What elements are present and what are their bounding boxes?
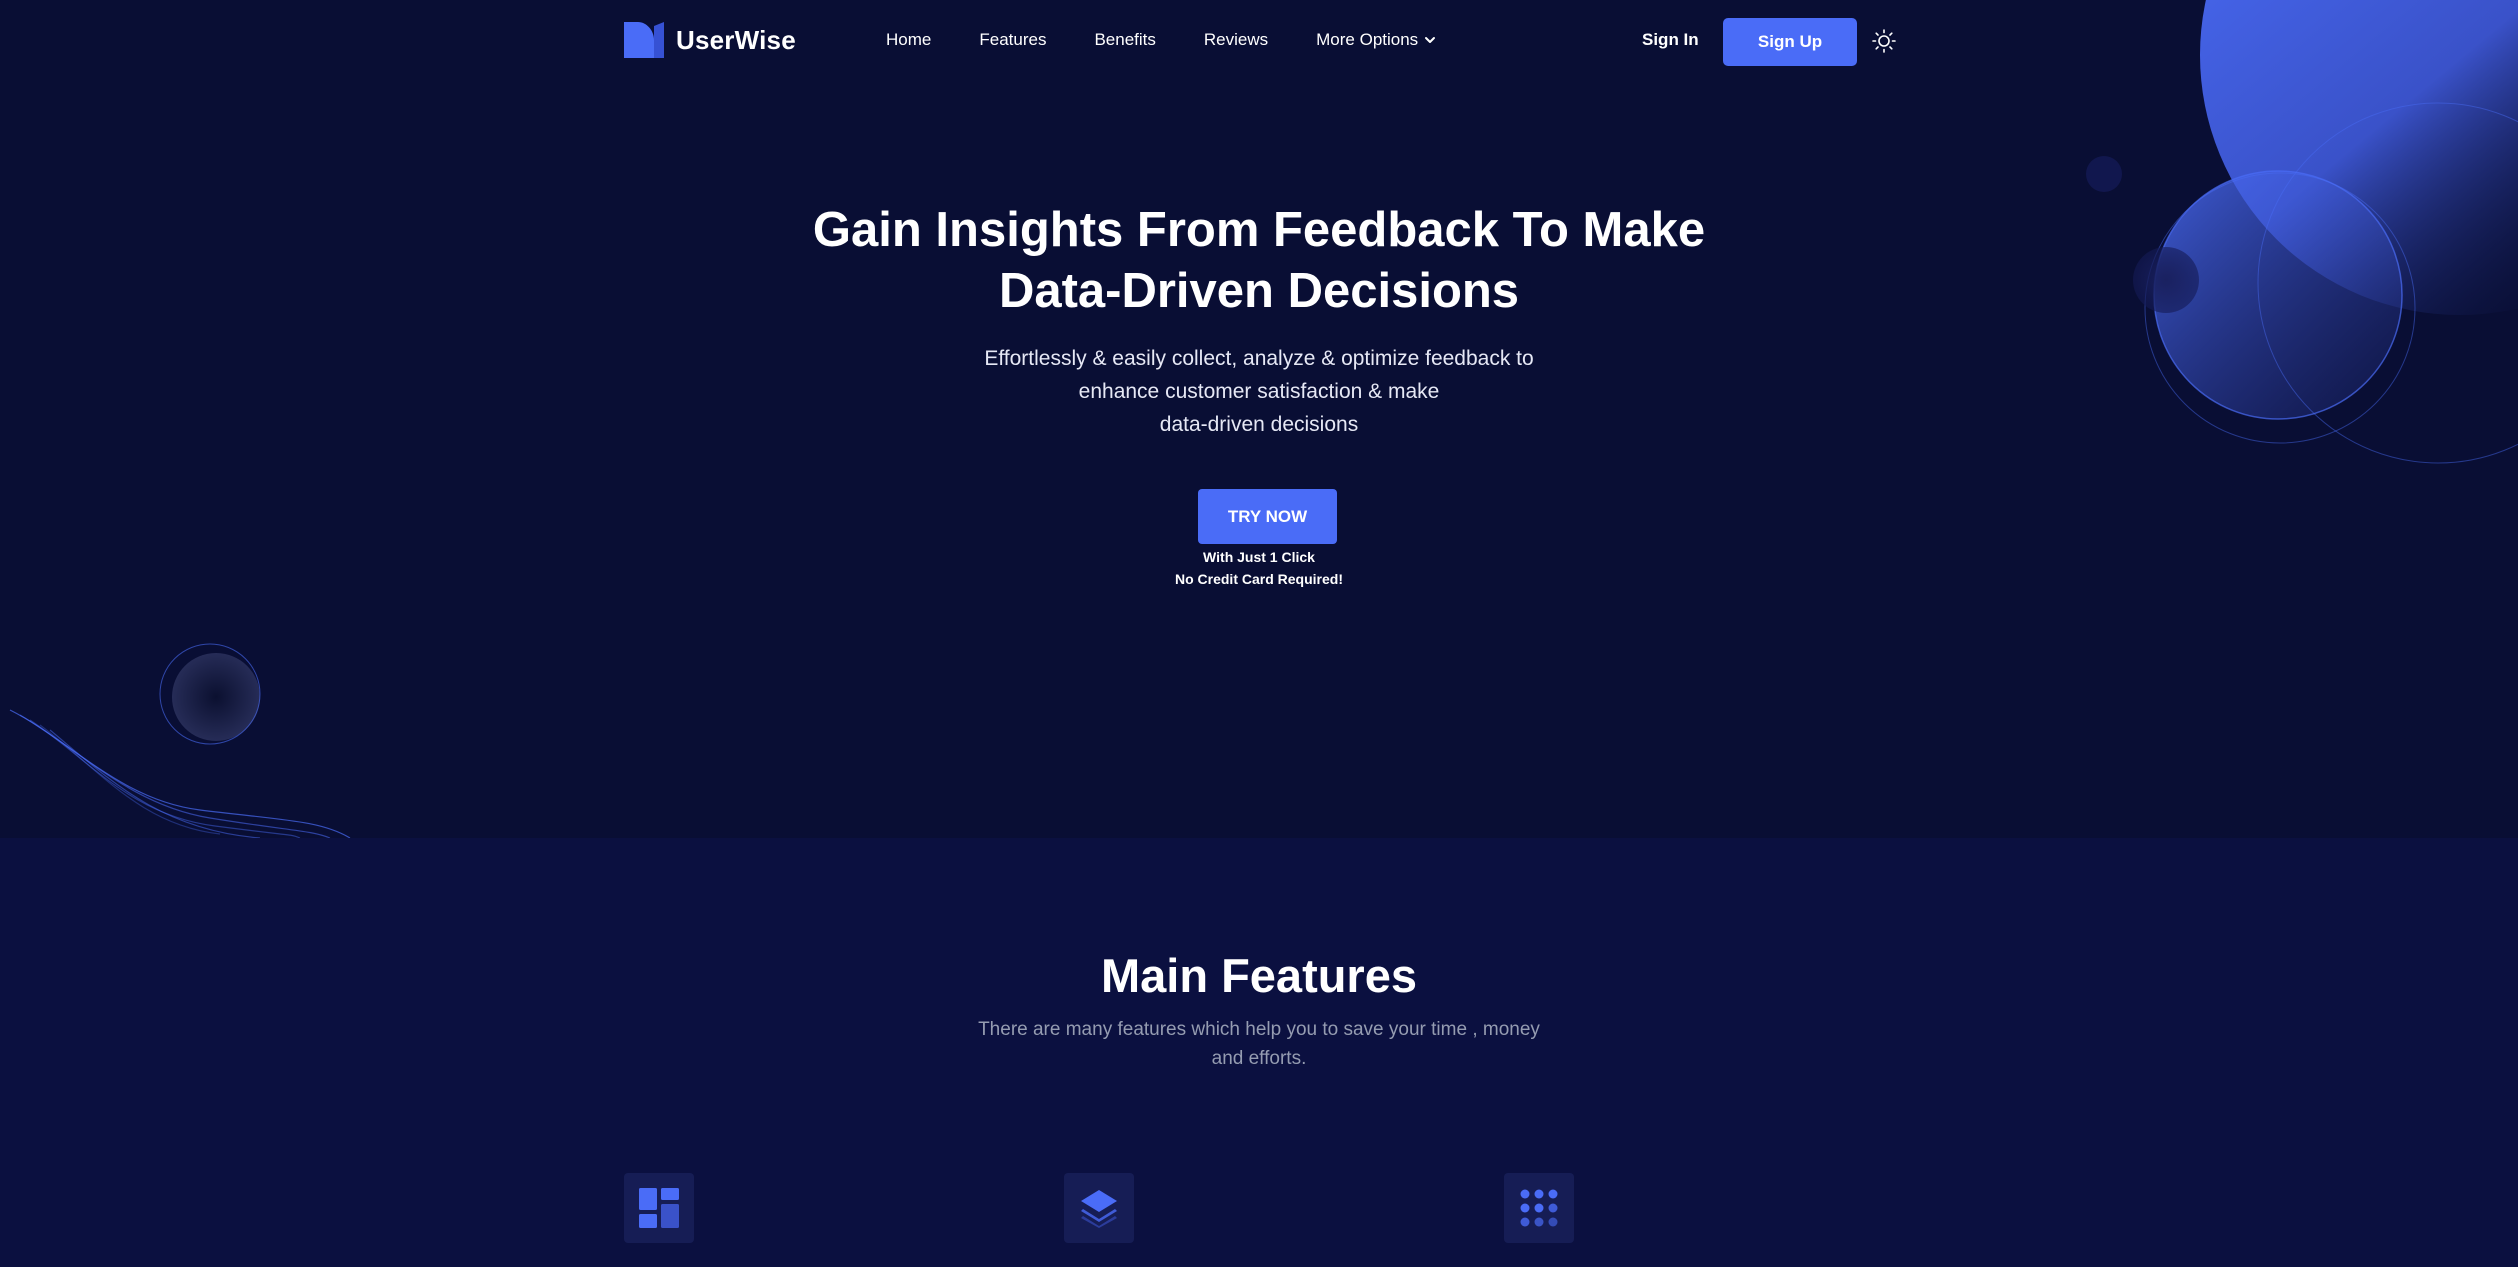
features-subtitle-line: and efforts. [1211,1048,1307,1069]
hero-title-line: Data-Driven Decisions [998,264,1520,318]
nav-item-features[interactable]: Features [979,30,1046,50]
hero-subtitle-line: enhance customer satisfaction & make [1078,380,1440,403]
feature-card-icon [624,1173,694,1243]
sign-in-link[interactable]: Sign In [1642,30,1699,50]
brand-logo[interactable]: UserWise [624,22,796,58]
hero-title-line: Gain Insights From Feedback To Make [812,203,1706,257]
main-nav: Home Features Benefits Reviews More Opti… [886,30,1436,50]
try-now-button[interactable]: TRY NOW [1198,489,1337,544]
nav-item-more-options[interactable]: More Options [1316,30,1436,50]
more-options-label: More Options [1316,30,1419,49]
sign-up-button[interactable]: Sign Up [1723,18,1857,66]
cta-note-line: With Just 1 Click [1203,549,1315,565]
nav-item-benefits[interactable]: Benefits [1094,30,1155,50]
site-header: UserWise Home Features Benefits Reviews … [0,0,2518,84]
layers-icon [1081,1190,1117,1228]
chevron-down-icon [1425,37,1436,43]
features-subtitle: There are many features which help you t… [0,1015,2518,1073]
cta-note-line: No Credit Card Required! [1174,571,1343,587]
hero-subtitle: Effortlessly & easily collect, analyze &… [0,342,2518,441]
hero-subtitle-line: Effortlessly & easily collect, analyze &… [984,347,1534,370]
brand-name: UserWise [676,24,796,55]
hero-decoration-bottom-left [9,643,351,838]
nav-item-home[interactable]: Home [886,30,931,50]
feature-card-icon [1504,1173,1574,1243]
logo-icon [624,22,664,58]
nav-item-reviews[interactable]: Reviews [1204,30,1268,50]
grid-dots-icon [1520,1189,1558,1227]
hero-title: Gain Insights From Feedback To Make Data… [0,200,2518,322]
feature-card-icon [1064,1173,1134,1243]
cta-note: With Just 1 Click No Credit Card Require… [0,546,2518,590]
features-subtitle-line: There are many features which help you t… [978,1019,1540,1040]
features-title: Main Features [1100,949,1418,1002]
sun-icon[interactable] [1871,28,1897,54]
dashboard-icon [639,1188,679,1228]
hero-subtitle-line: data-driven decisions [1159,413,1359,436]
